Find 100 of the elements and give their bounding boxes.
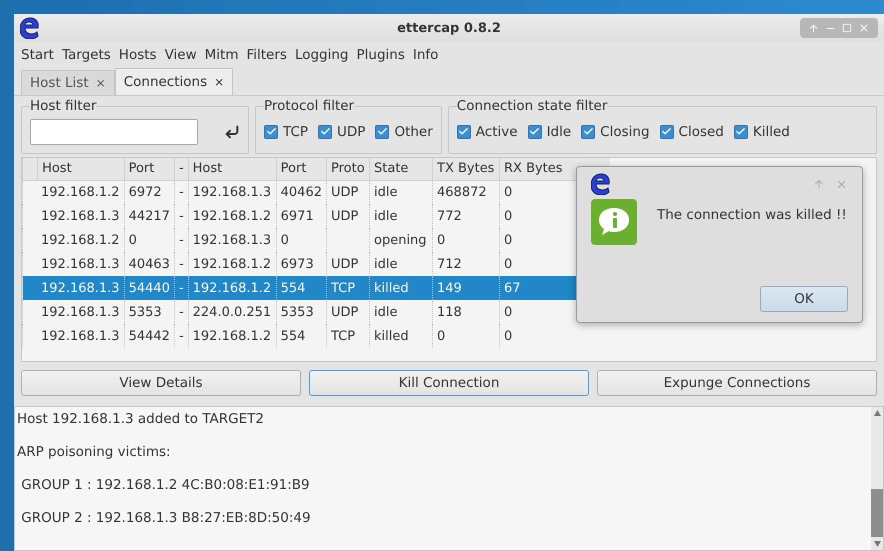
- menu-item[interactable]: Logging: [294, 47, 348, 63]
- checkbox[interactable]: [456, 124, 471, 138]
- checkbox[interactable]: [318, 124, 332, 138]
- table-cell: 44217: [124, 204, 174, 228]
- table-cell: 0: [500, 324, 610, 348]
- table-cell: 554: [276, 324, 326, 348]
- column-header[interactable]: Host: [38, 158, 124, 180]
- scroll-up-icon[interactable]: [874, 410, 880, 416]
- table-cell: idle: [370, 300, 432, 324]
- table-cell: 224.0.0.251: [188, 300, 276, 324]
- menu-item[interactable]: Plugins: [356, 47, 405, 63]
- tab[interactable]: Connections ×: [114, 68, 234, 95]
- table-cell: 192.168.1.2: [22, 180, 124, 204]
- column-header[interactable]: -: [174, 158, 188, 180]
- table-cell: opening: [370, 228, 432, 252]
- action-button[interactable]: View Details: [21, 370, 301, 396]
- checkbox-label: Closed: [678, 124, 724, 140]
- table-cell: 0: [432, 324, 500, 348]
- table-cell: -: [174, 324, 188, 348]
- checkbox[interactable]: [528, 124, 542, 138]
- menu-item[interactable]: Hosts: [118, 47, 157, 63]
- tab[interactable]: Host List ×: [21, 70, 115, 95]
- info-icon: [591, 199, 637, 245]
- table-cell: 192.168.1.3: [22, 204, 124, 228]
- table-cell: 54440: [124, 276, 174, 300]
- group-label: Host filter: [30, 98, 96, 114]
- table-cell: 40462: [276, 180, 326, 204]
- menu-item[interactable]: Filters: [246, 47, 287, 63]
- check-icon: [376, 126, 388, 137]
- table-cell: -: [174, 276, 188, 300]
- table-cell: 468872: [432, 180, 500, 204]
- maximize-icon[interactable]: [842, 23, 852, 33]
- action-button[interactable]: Kill Connection: [309, 370, 589, 396]
- check-icon: [266, 126, 276, 137]
- table-cell: 5353: [124, 300, 174, 324]
- table-cell: 192.168.1.3: [188, 228, 276, 252]
- ok-button[interactable]: OK: [760, 286, 848, 312]
- table-cell: -: [174, 228, 188, 252]
- table-cell: -: [174, 204, 188, 228]
- tab-close[interactable]: ×: [96, 76, 106, 90]
- table-cell: 192.168.1.3: [22, 324, 124, 348]
- table-cell: idle: [370, 204, 432, 228]
- table-cell: TCP: [326, 324, 370, 348]
- log-line: GROUP 2 : 192.168.1.3 B8:27:EB:8D:50:49: [20, 510, 312, 526]
- table-cell: TCP: [326, 276, 370, 300]
- table-cell: -: [174, 300, 188, 324]
- table-cell: 149: [432, 276, 500, 300]
- table-row[interactable]: 192.168.1.3 54442 - 192.168.1.2 554 TCP killed 0 0: [22, 324, 610, 348]
- tab-label: Host List: [30, 75, 89, 91]
- table-cell: 192.168.1.2: [188, 324, 276, 348]
- tab-close[interactable]: ×: [214, 75, 224, 89]
- enter-icon[interactable]: [224, 124, 240, 140]
- column-header[interactable]: State: [370, 158, 432, 180]
- close-icon[interactable]: [858, 22, 870, 34]
- checkbox-label: Other: [394, 124, 433, 140]
- column-header[interactable]: Port: [276, 158, 326, 180]
- check-icon: [735, 126, 746, 137]
- menu-item[interactable]: Targets: [62, 47, 111, 63]
- table-cell: 192.168.1.3: [22, 276, 124, 300]
- column-header[interactable]: Port: [124, 158, 174, 180]
- check-icon: [582, 126, 594, 137]
- menu-item[interactable]: Info: [412, 47, 438, 63]
- menu-item[interactable]: View: [164, 47, 197, 63]
- scroll-down-icon[interactable]: [874, 541, 880, 547]
- table-cell: 192.168.1.2: [22, 228, 124, 252]
- scrollbar[interactable]: [871, 407, 883, 550]
- checkbox[interactable]: [375, 124, 390, 138]
- checkbox[interactable]: [660, 124, 674, 138]
- raise-icon[interactable]: [808, 22, 819, 34]
- check-icon: [661, 126, 672, 137]
- column-header[interactable]: Proto: [326, 158, 370, 180]
- checkbox-label: Idle: [546, 124, 572, 140]
- host-filter-field[interactable]: [30, 118, 198, 144]
- action-button[interactable]: Expunge Connections: [597, 370, 877, 396]
- checkbox-label: TCP: [283, 124, 308, 140]
- checkbox-label: Closing: [600, 124, 650, 140]
- check-icon: [458, 126, 470, 137]
- checkbox[interactable]: [581, 124, 596, 138]
- app-logo-icon: [20, 17, 40, 39]
- table-cell: UDP: [326, 204, 370, 228]
- table-cell: 0: [276, 228, 326, 252]
- table-cell: idle: [370, 180, 432, 204]
- menu-item[interactable]: Mitm: [204, 47, 238, 63]
- table-cell: 192.168.1.3: [188, 180, 276, 204]
- column-header[interactable]: Host: [188, 158, 276, 180]
- checkbox[interactable]: [734, 124, 748, 138]
- check-icon: [320, 126, 331, 137]
- table-cell: 5353: [276, 300, 326, 324]
- table-cell: -: [174, 180, 188, 204]
- column-header[interactable]: TX Bytes: [432, 158, 500, 180]
- table-cell: 554: [276, 276, 326, 300]
- table-cell: 54442: [124, 324, 174, 348]
- app-logo-icon: [591, 173, 611, 195]
- checkbox-label: UDP: [337, 124, 366, 140]
- table-cell: 0: [432, 228, 500, 252]
- checkbox[interactable]: [264, 124, 278, 138]
- table-cell: 118: [432, 300, 500, 324]
- log-line: ARP poisoning victims:: [17, 444, 172, 460]
- menu-item[interactable]: Start: [21, 47, 54, 63]
- log-line: GROUP 1 : 192.168.1.2 4C:B0:08:E1:91:B9: [20, 477, 311, 493]
